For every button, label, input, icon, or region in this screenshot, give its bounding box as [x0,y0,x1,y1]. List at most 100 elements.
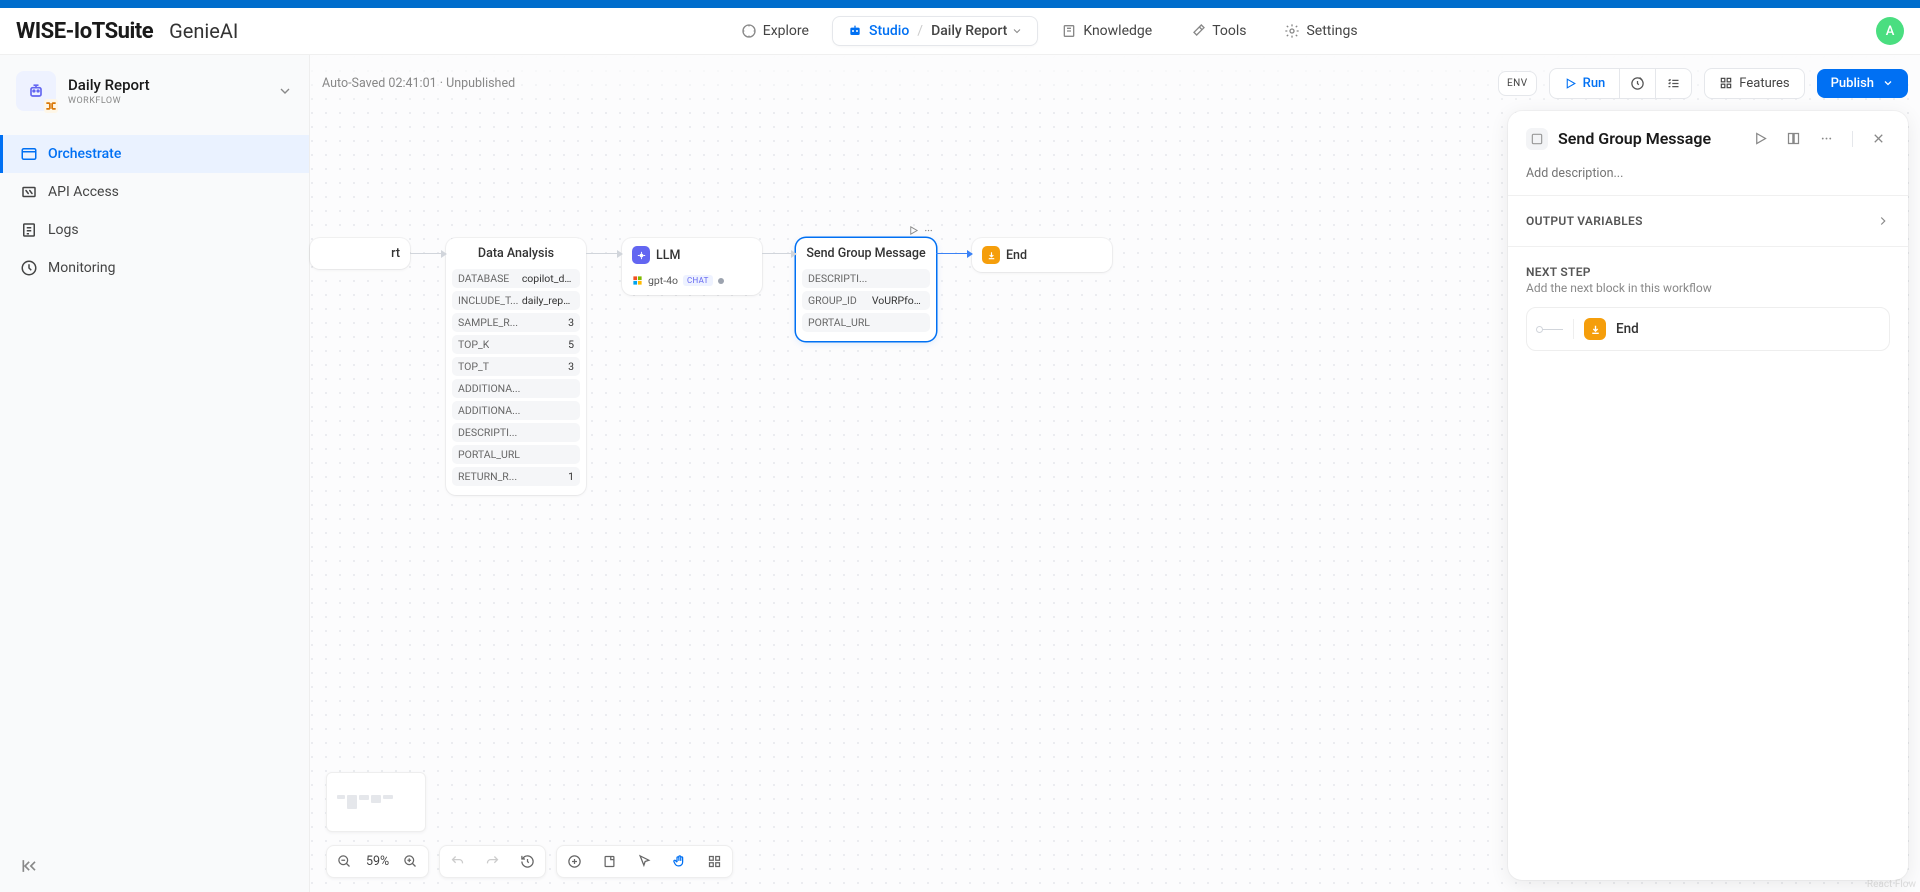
node-param-row: TOP_T3 [452,357,580,376]
publish-label: Publish [1831,76,1874,91]
features-button[interactable]: Features [1704,68,1804,99]
env-button[interactable]: ENV [1498,71,1537,96]
node-start-title: rt [391,246,400,261]
llm-model-name: gpt-4o [648,274,678,287]
grid-icon [1719,76,1733,90]
nav-studio-breadcrumb[interactable]: Studio / Daily Report [832,16,1038,46]
organize-button[interactable] [697,846,732,877]
app-selector[interactable]: Daily Report WORKFLOW [0,55,309,127]
add-node-button[interactable] [557,846,592,877]
canvas-toolbar: Auto-Saved 02:41:01 · Unpublished ENV Ru… [310,55,1920,111]
connector [762,253,796,254]
output-variables-section[interactable]: OUTPUT VARIABLES [1526,214,1890,228]
description-input[interactable] [1526,166,1890,181]
user-avatar[interactable]: A [1876,17,1904,45]
autosave-status: Auto-Saved 02:41:01 · Unpublished [322,76,515,91]
hand-mode-button[interactable] [662,846,697,877]
play-icon[interactable] [908,225,919,236]
features-label: Features [1739,76,1789,91]
node-hover-controls [908,225,934,236]
connector [586,253,622,254]
sidebar-logs[interactable]: Logs [0,211,309,249]
chat-badge: CHAT [683,275,713,286]
checklist-button[interactable] [1656,69,1691,98]
panel-node-icon [1526,128,1548,150]
node-start[interactable]: rt [310,238,410,269]
node-sgm-title: Send Group Message [806,246,925,261]
schedule-button[interactable] [1620,69,1656,98]
node-param-row: TOP_K5 [452,335,580,354]
nav-tools-label: Tools [1212,23,1246,39]
history-button[interactable] [510,846,545,877]
node-data-analysis[interactable]: Data Analysis DATABASEcopilot_devINCLUDE… [446,238,586,495]
book-icon [1061,23,1077,39]
next-block-label: End [1616,321,1639,337]
output-vars-title: OUTPUT VARIABLES [1526,214,1643,228]
redo-button[interactable] [475,846,510,877]
panel-close-button[interactable] [1867,127,1890,150]
workflow-badge-icon [44,99,58,113]
zoom-out-button[interactable] [327,846,362,877]
model-logo-icon [632,275,643,286]
api-icon [20,183,38,201]
minimap[interactable] [326,772,426,832]
product-name: GenieAI [169,19,238,43]
zoom-level[interactable]: 59% [362,854,393,869]
nav-explore[interactable]: Explore [726,16,824,46]
panel-more-button[interactable] [1815,127,1838,150]
next-block-end[interactable]: End [1526,307,1890,351]
hammer-icon [1190,23,1206,39]
nav-knowledge-label: Knowledge [1083,23,1152,39]
chevron-right-icon [1876,214,1890,228]
next-step-title: NEXT STEP [1526,265,1890,279]
node-llm[interactable]: LLM gpt-4o CHAT [622,238,762,295]
run-button[interactable]: Run [1550,69,1621,98]
orchestrate-icon [20,145,38,163]
node-param-row: ADDITIONA... [452,401,580,420]
sidebar-orchestrate-label: Orchestrate [48,146,121,162]
node-param-row: PORTAL_URL [802,313,930,332]
end-node-icon [982,246,1000,264]
nav-settings[interactable]: Settings [1269,16,1372,46]
monitoring-icon [20,259,38,277]
node-end[interactable]: End [972,238,1112,272]
publish-button[interactable]: Publish [1817,69,1908,98]
add-note-button[interactable] [592,846,627,877]
sidebar-orchestrate[interactable]: Orchestrate [0,135,309,173]
more-icon[interactable] [923,225,934,236]
nav-explore-label: Explore [763,23,809,39]
workflow-canvas[interactable]: Auto-Saved 02:41:01 · Unpublished ENV Ru… [310,55,1920,892]
chevron-down-icon [1882,77,1894,89]
zoom-in-button[interactable] [393,846,428,877]
sidebar-monitoring[interactable]: Monitoring [0,249,309,287]
undo-button[interactable] [440,846,475,877]
pointer-mode-button[interactable] [627,846,662,877]
sidebar-api[interactable]: API Access [0,173,309,211]
breadcrumb-current[interactable]: Daily Report [931,23,1023,39]
sidebar-logs-label: Logs [48,222,79,238]
panel-run-button[interactable] [1749,127,1772,150]
node-llm-title: LLM [656,248,680,263]
robot-icon [847,23,863,39]
top-accent-bar [0,0,1920,8]
node-param-row: DATABASEcopilot_dev [452,269,580,288]
canvas-controls: 59% [326,845,733,878]
connector-icon [1539,329,1563,330]
connector [410,253,446,254]
panel-title[interactable]: Send Group Message [1558,129,1739,148]
nav-settings-label: Settings [1306,23,1357,39]
collapse-sidebar-button[interactable] [20,856,40,876]
compass-icon [741,23,757,39]
nav-tools[interactable]: Tools [1175,16,1261,46]
play-icon [1564,77,1577,90]
nav-knowledge[interactable]: Knowledge [1046,16,1167,46]
panel-docs-button[interactable] [1782,127,1805,150]
logs-icon [20,221,38,239]
node-param-row: INCLUDE_T...daily_report [452,291,580,310]
connector [936,253,972,254]
chevron-down-icon [1011,25,1023,37]
node-send-group-message[interactable]: Send Group Message DESCRIPTI...GROUP_IDV… [796,238,936,341]
node-param-row: DESCRIPTI... [452,423,580,442]
run-label: Run [1583,76,1606,91]
app-icon [16,71,56,111]
